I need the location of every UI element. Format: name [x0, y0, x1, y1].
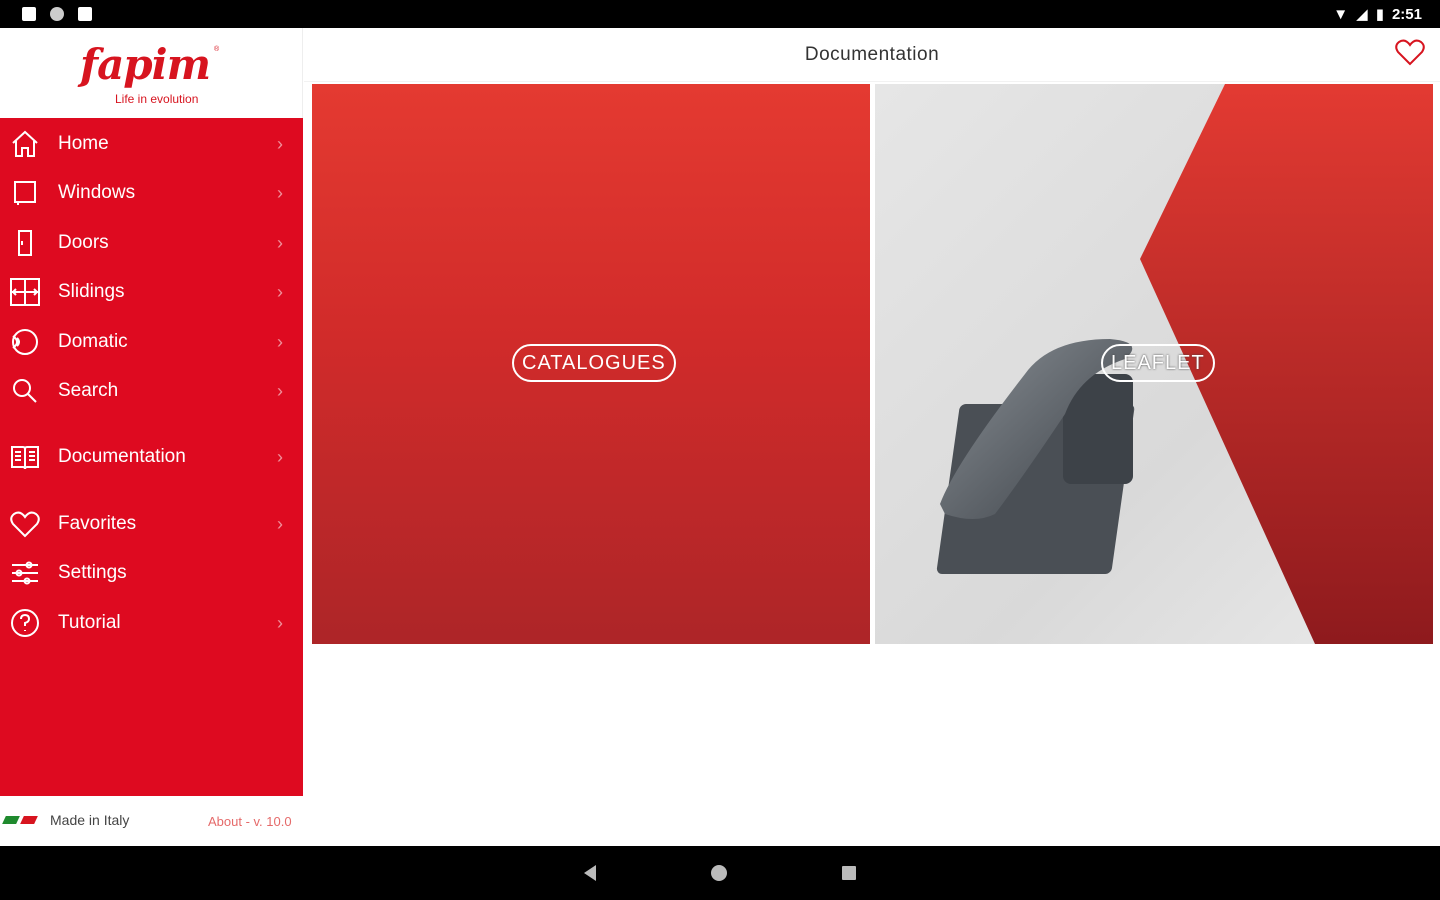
window-icon	[8, 176, 42, 210]
sidebar-item-label: Favorites	[58, 513, 137, 534]
chevron-right-icon: ›	[277, 232, 283, 253]
sliding-icon	[8, 275, 42, 309]
back-icon[interactable]	[584, 865, 596, 881]
heart-icon	[8, 507, 42, 541]
chevron-right-icon: ›	[277, 513, 283, 534]
page-title: Documentation	[804, 43, 940, 65]
notification-icon	[50, 7, 64, 21]
notification-icon	[22, 7, 36, 21]
sidebar-item-favorites[interactable]: Favorites ›	[0, 500, 303, 548]
sidebar-item-tutorial[interactable]: Tutorial ›	[0, 599, 303, 647]
sidebar-item-label: Windows	[58, 182, 136, 203]
door-icon	[8, 226, 42, 260]
search-icon	[8, 374, 42, 408]
sidebar-item-label: Home	[58, 133, 109, 154]
chevron-right-icon: ›	[277, 281, 283, 302]
sidebar-item-label: Slidings	[58, 281, 125, 302]
main-content: Documentation CATALOGUES LEAFLET	[304, 28, 1440, 846]
sidebar-item-documentation[interactable]: Documentation ›	[0, 433, 303, 481]
home-circle-icon[interactable]	[711, 865, 727, 881]
favorite-heart-button[interactable]	[1394, 36, 1428, 70]
chevron-right-icon: ›	[277, 133, 283, 154]
sidebar-item-slidings[interactable]: Slidings ›	[0, 268, 303, 316]
sidebar-item-label: Settings	[58, 562, 127, 583]
chevron-right-icon: ›	[277, 612, 283, 633]
brand-header: fapim ® Life in evolution	[0, 28, 302, 118]
italy-flag-icon	[2, 816, 38, 824]
chevron-right-icon: ›	[277, 331, 283, 352]
sliders-icon	[8, 556, 42, 590]
sidebar-item-label: Tutorial	[58, 612, 121, 633]
sidebar: fapim ® Life in evolution Home › Windows…	[0, 28, 303, 846]
recent-apps-icon[interactable]	[842, 866, 856, 880]
sidebar-item-label: Search	[58, 380, 119, 401]
sidebar-item-settings[interactable]: Settings	[0, 549, 303, 597]
leaflet-button[interactable]: LEAFLET	[1101, 344, 1215, 382]
nav-bar	[0, 846, 1440, 900]
signal-icon: ◢	[1356, 6, 1368, 23]
sidebar-item-domatic[interactable]: Domatic ›	[0, 318, 303, 366]
about-link[interactable]: About - v. 10.0	[208, 814, 292, 829]
sidebar-item-windows[interactable]: Windows ›	[0, 169, 303, 217]
sidebar-menu: Home › Windows › Doors › Slidings › Doma…	[0, 118, 303, 796]
home-icon	[8, 127, 42, 161]
registered-mark: ®	[214, 46, 220, 53]
chevron-right-icon: ›	[277, 446, 283, 467]
sidebar-item-search[interactable]: Search ›	[0, 367, 303, 415]
top-bar: Documentation	[304, 28, 1440, 82]
chevron-right-icon: ›	[277, 182, 283, 203]
wifi-icon: ▼	[1333, 5, 1349, 23]
sidebar-item-home[interactable]: Home ›	[0, 120, 303, 168]
status-time: 2:51	[1391, 5, 1422, 23]
made-in-italy-label: Made in Italy	[50, 812, 130, 828]
heart-icon	[1395, 39, 1425, 66]
question-icon	[8, 606, 42, 640]
brand-tagline: Life in evolution	[115, 92, 199, 106]
domatic-icon	[8, 325, 42, 359]
catalogues-button[interactable]: CATALOGUES	[512, 344, 676, 382]
status-bar: ▼ ◢ ▮ 2:51	[0, 0, 1440, 28]
sd-card-icon	[78, 7, 92, 21]
sidebar-item-label: Documentation	[58, 446, 186, 467]
battery-icon: ▮	[1375, 6, 1384, 23]
book-icon	[8, 440, 42, 474]
catalogues-tile[interactable]: CATALOGUES	[312, 84, 870, 644]
sidebar-item-doors[interactable]: Doors ›	[0, 219, 303, 267]
chevron-right-icon: ›	[277, 380, 283, 401]
leaflet-tile[interactable]: LEAFLET	[875, 84, 1433, 644]
sidebar-item-label: Doors	[58, 232, 109, 253]
sidebar-footer: Made in Italy About - v. 10.0	[0, 796, 303, 846]
fapim-logo: fapim	[80, 40, 211, 89]
sidebar-item-label: Domatic	[58, 331, 128, 352]
